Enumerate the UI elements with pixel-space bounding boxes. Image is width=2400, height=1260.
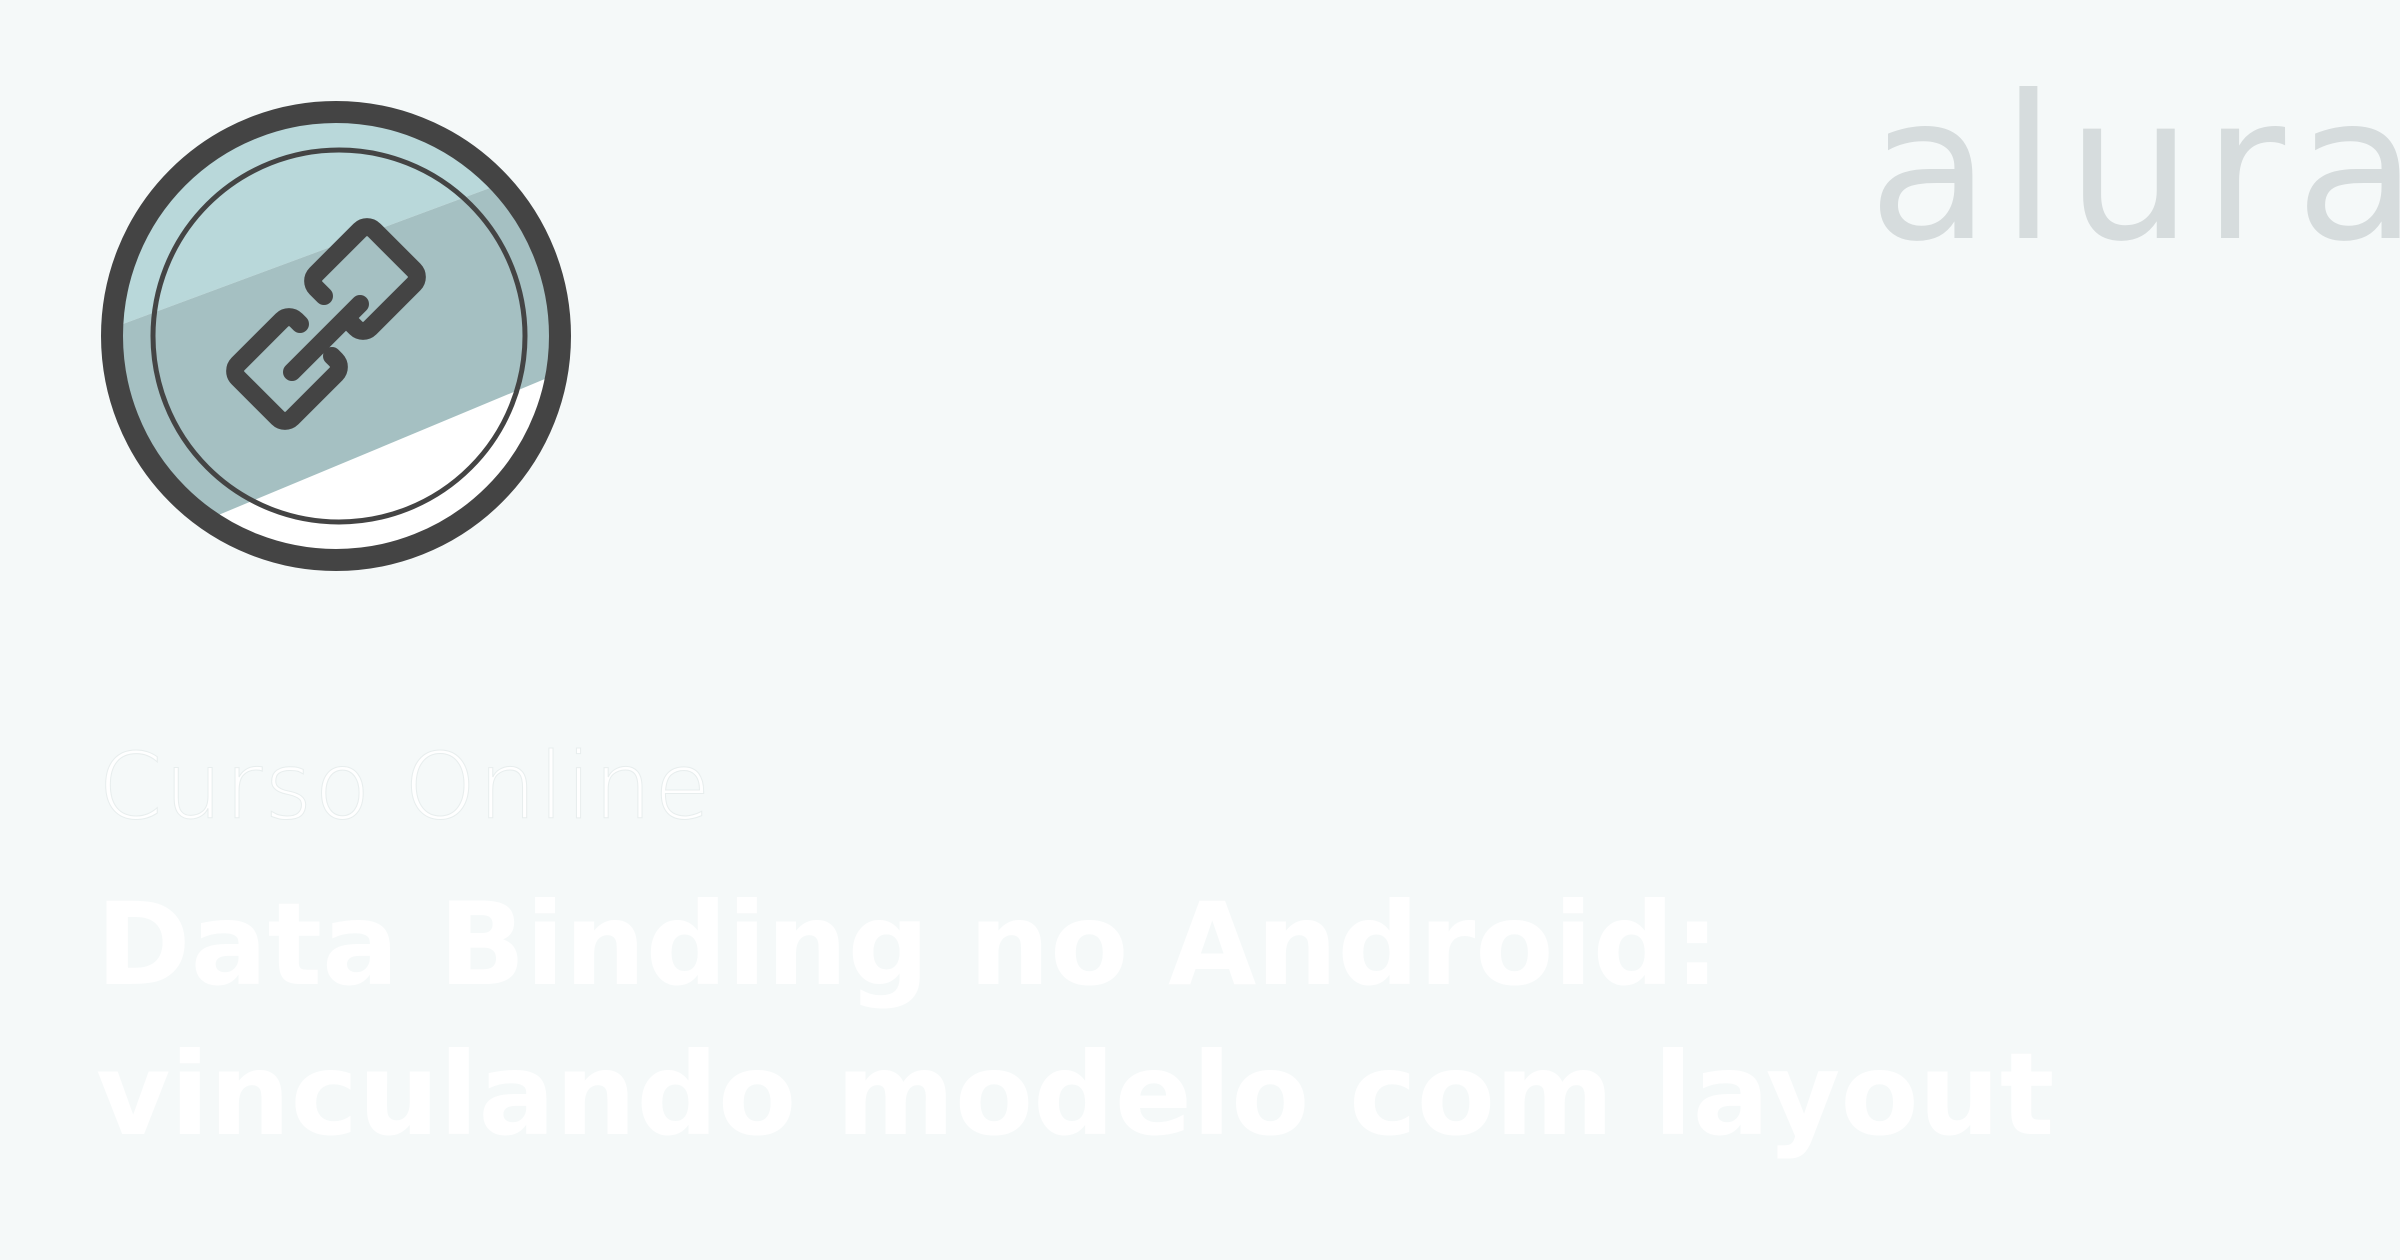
course-banner: alura Curso Online Data Binding no Andro… <box>0 0 2400 1260</box>
course-title-line-1: Data Binding no Android: <box>96 878 1720 1011</box>
course-badge <box>96 96 576 576</box>
course-title-line-2: vinculando modelo com layout <box>96 1028 2055 1161</box>
course-title: Data Binding no Android: vinculando mode… <box>96 870 2096 1170</box>
alura-logo[interactable]: alura <box>1868 70 2400 270</box>
link-icon <box>101 101 571 571</box>
course-label: Curso Online <box>98 733 713 841</box>
